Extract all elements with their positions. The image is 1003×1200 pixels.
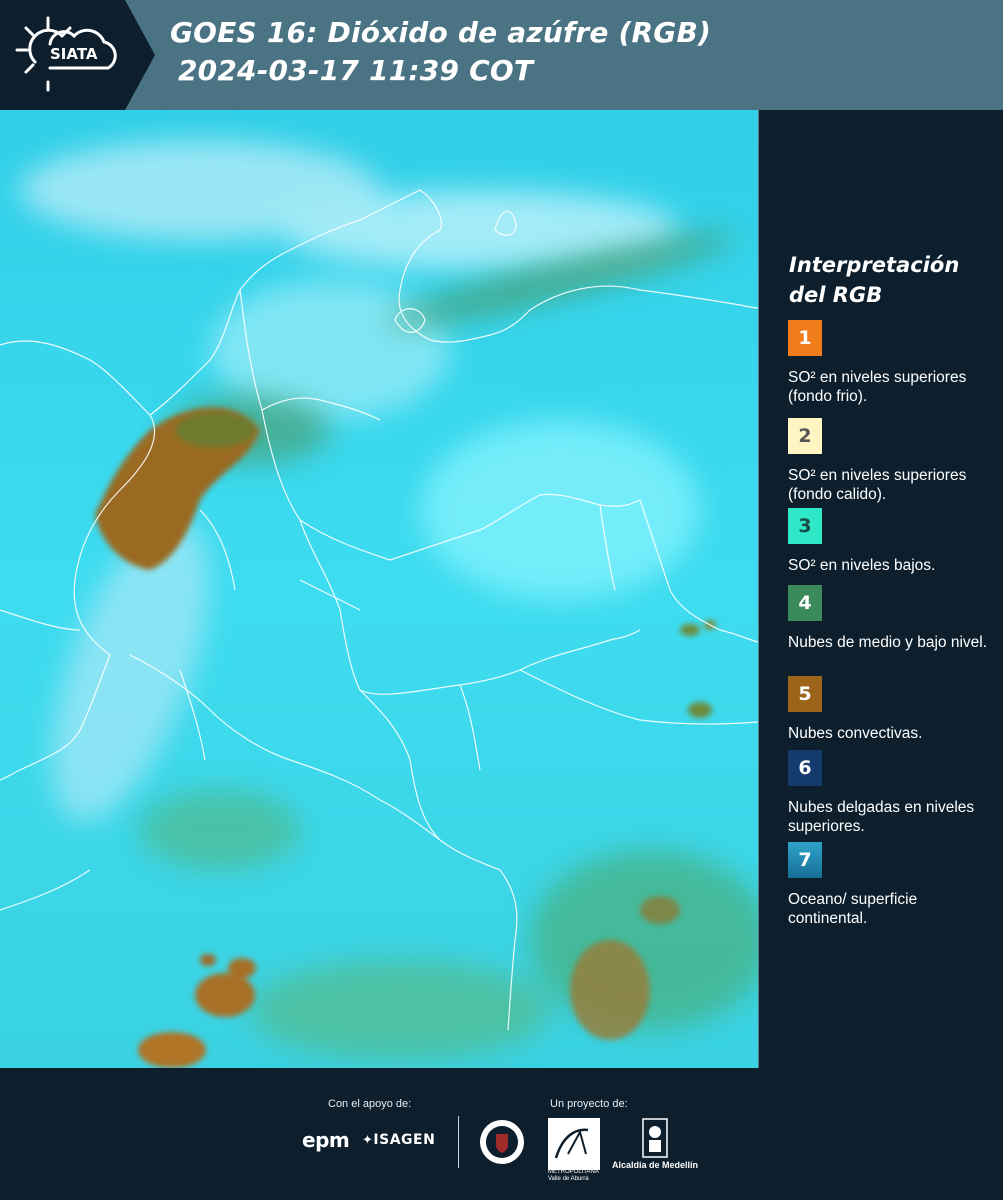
legend-item-6: 6 Nubes delgadas en niveles superiores. <box>788 750 993 836</box>
legend-text-6: Nubes delgadas en niveles superiores. <box>788 799 975 835</box>
legend-text-4: Nubes de medio y bajo nivel. <box>788 634 988 651</box>
siata-logo[interactable]: SIATA <box>0 0 155 110</box>
legend-text-1: SO² en niveles superiores (fondo frio). <box>788 369 967 405</box>
footer-bar: Con el apoyo de: Un proyecto de: epm ✦IS… <box>0 1068 1003 1200</box>
page-title: GOES 16: Dióxido de azúfre (RGB) 2024-03… <box>170 14 711 90</box>
legend-text-3: SO² en niveles bajos. <box>788 557 936 574</box>
area-metropolitana-caption: METROPOLITANA Valle de Aburrá <box>548 1169 599 1182</box>
legend-title-line1: Interpretación <box>789 253 960 277</box>
medellin-seal-icon[interactable] <box>478 1118 526 1170</box>
legend-item-4: 4 Nubes de medio y bajo nivel. <box>788 585 993 652</box>
legend-text-5: Nubes convectivas. <box>788 725 923 742</box>
support-label: Con el apoyo de: <box>328 1098 412 1110</box>
isagen-logo-text: ISAGEN <box>373 1132 436 1148</box>
legend-swatch-4: 4 <box>788 585 822 621</box>
legend-item-1: 1 SO² en niveles superiores (fondo frio)… <box>788 320 993 406</box>
legend-title-line2: del RGB <box>789 283 883 307</box>
legend-swatch-6: 6 <box>788 750 822 786</box>
project-label: Un proyecto de: <box>550 1098 628 1110</box>
siata-logo-text: SIATA <box>50 45 98 63</box>
legend-item-7: 7 Oceano/ superficie continental. <box>788 842 993 928</box>
legend-title: Interpretación del RGB <box>789 250 959 310</box>
legend-text-2: SO² en niveles superiores (fondo calido)… <box>788 467 967 503</box>
legend-swatch-2: 2 <box>788 418 822 454</box>
isagen-mark-icon: ✦ <box>362 1133 374 1148</box>
legend-swatch-3: 3 <box>788 508 822 544</box>
legend-swatch-1: 1 <box>788 320 822 356</box>
title-timestamp: 2024-03-17 11:39 COT <box>178 54 534 87</box>
header-bar: SIATA GOES 16: Dióxido de azúfre (RGB) 2… <box>0 0 1003 110</box>
legend-text-7: Oceano/ superficie continental. <box>788 891 918 927</box>
title-product: GOES 16: Dióxido de azúfre (RGB) <box>170 16 712 49</box>
legend-item-2: 2 SO² en niveles superiores (fondo calid… <box>788 418 993 504</box>
legend-panel: Interpretación del RGB 1 SO² en niveles … <box>775 110 1003 1068</box>
legend-item-5: 5 Nubes convectivas. <box>788 676 993 743</box>
epm-logo[interactable]: epm <box>302 1128 350 1152</box>
legend-swatch-7: 7 <box>788 842 822 878</box>
alcaldia-caption[interactable]: Alcaldía de Medellín <box>612 1160 698 1170</box>
area-metropolitana-logo[interactable] <box>548 1118 600 1170</box>
legend-item-3: 3 SO² en niveles bajos. <box>788 508 993 575</box>
alcaldia-emblem-icon <box>642 1118 668 1162</box>
isagen-logo[interactable]: ✦ISAGEN <box>362 1132 435 1148</box>
satellite-map[interactable] <box>0 110 759 1068</box>
footer-divider <box>458 1116 459 1168</box>
legend-swatch-5: 5 <box>788 676 822 712</box>
